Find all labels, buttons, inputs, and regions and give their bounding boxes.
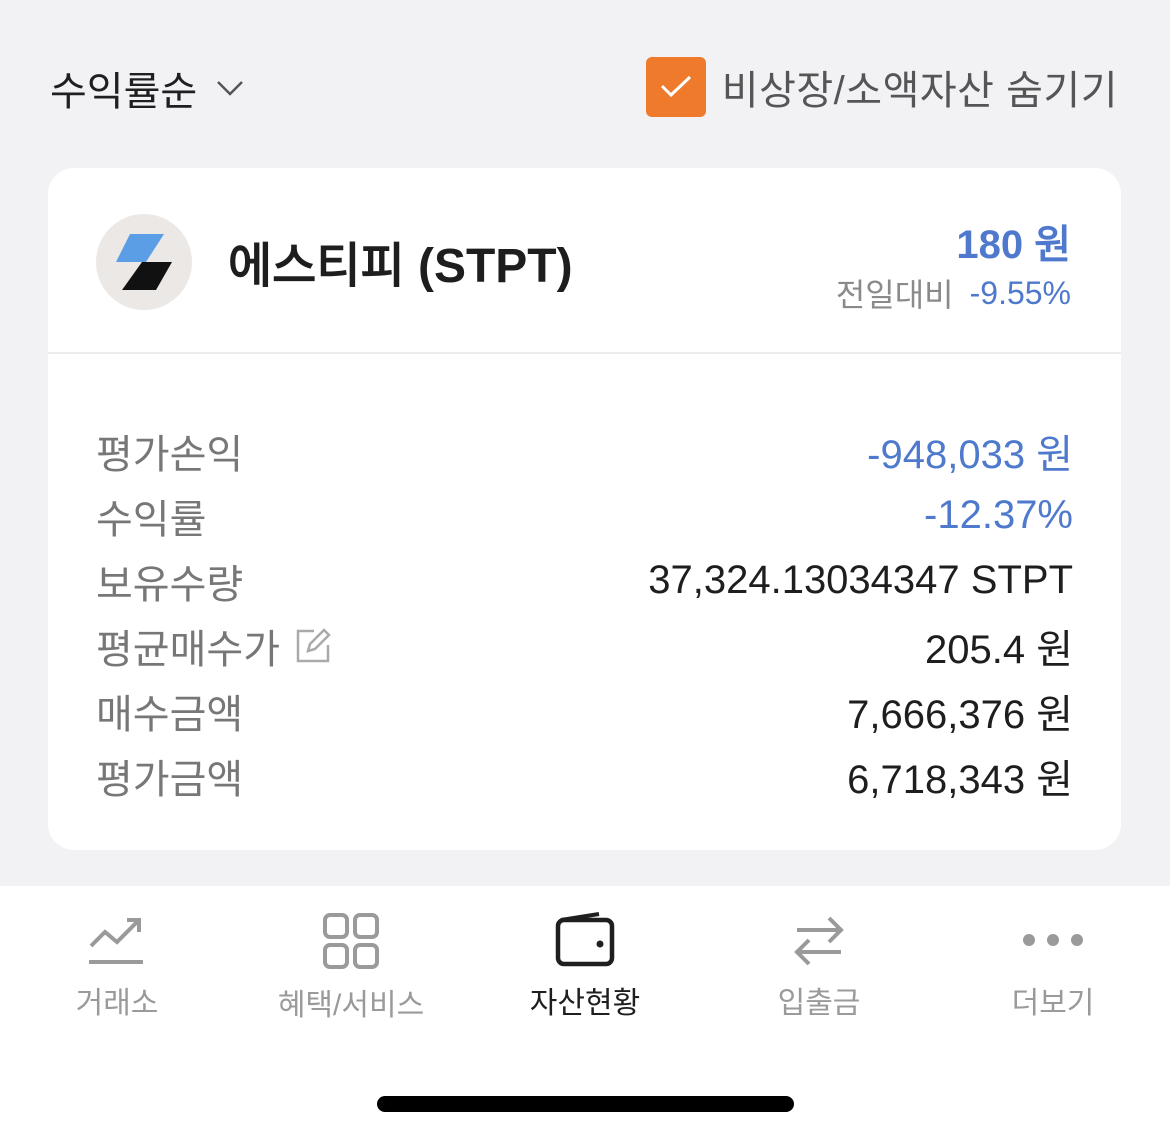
detail-row-return-rate: 수익률 -12.37% <box>96 483 1073 548</box>
tab-assets[interactable]: 자산현황 <box>468 912 702 1022</box>
detail-value: 7,666,376 원 <box>847 692 1073 737</box>
sort-dropdown[interactable]: 수익률순 <box>50 60 245 116</box>
detail-label: 평가금액 <box>96 757 244 802</box>
change-value: -9.55% <box>969 274 1071 311</box>
chart-trend-icon <box>85 912 149 968</box>
detail-row-buy-amount: 매수금액 7,666,376 원 <box>96 678 1073 743</box>
coin-name: 에스티피 (STPT) <box>228 240 573 293</box>
detail-row-avg-buy-price: 평균매수가 205.4 원 <box>96 613 1073 678</box>
check-icon <box>660 75 691 98</box>
sort-label: 수익률순 <box>50 70 198 114</box>
more-dots-icon <box>1021 912 1085 968</box>
detail-label-with-edit: 평균매수가 <box>96 617 332 675</box>
change-label: 전일대비 <box>835 277 954 313</box>
transfer-arrows-icon <box>787 912 851 968</box>
detail-value: -948,033 원 <box>867 432 1073 477</box>
price-change: 전일대비 -9.55% <box>836 270 1071 316</box>
hide-small-assets-toggle[interactable]: 비상장/소액자산 숨기기 <box>645 56 1118 118</box>
tab-label: 자산현황 <box>529 987 641 1020</box>
hide-small-assets-label: 비상장/소액자산 숨기기 <box>721 69 1118 113</box>
detail-value: 6,718,343 원 <box>847 757 1073 802</box>
current-price: 180 원 <box>956 223 1071 267</box>
detail-row-profit-loss: 평가손익 -948,033 원 <box>96 418 1073 483</box>
detail-value: 205.4 원 <box>924 627 1073 672</box>
tab-more[interactable]: 더보기 <box>936 912 1170 1022</box>
tab-label: 거래소 <box>75 987 159 1020</box>
home-indicator <box>377 1096 794 1112</box>
tab-exchange[interactable]: 거래소 <box>0 912 234 1022</box>
chevron-down-icon <box>215 73 245 103</box>
wallet-icon <box>553 912 617 968</box>
grid-icon <box>319 912 383 970</box>
asset-card-header: 에스티피 (STPT) 180 원 전일대비 -9.55% <box>48 168 1121 354</box>
tab-benefits-services[interactable]: 혜택/서비스 <box>234 912 468 1022</box>
detail-value: 37,324.13034347 STPT <box>648 558 1073 602</box>
asset-card[interactable]: 에스티피 (STPT) 180 원 전일대비 -9.55% 평가손익 -948,… <box>48 168 1121 850</box>
detail-row-valuation-amount: 평가금액 6,718,343 원 <box>96 743 1073 808</box>
detail-label: 매수금액 <box>96 692 244 737</box>
tab-label: 혜택/서비스 <box>277 989 425 1022</box>
tab-deposit-withdraw[interactable]: 입출금 <box>702 912 936 1022</box>
top-bar: 수익률순 비상장/소액자산 숨기기 <box>0 0 1170 170</box>
detail-label: 보유수량 <box>96 562 244 607</box>
hide-small-assets-checkbox[interactable] <box>645 57 706 117</box>
edit-icon[interactable] <box>294 627 332 665</box>
detail-row-holding-quantity: 보유수량 37,324.13034347 STPT <box>96 548 1073 613</box>
asset-details: 평가손익 -948,033 원 수익률 -12.37% 보유수량 37,324.… <box>96 418 1073 808</box>
detail-label: 수익률 <box>96 497 207 542</box>
tab-label: 입출금 <box>777 987 861 1020</box>
tab-label: 더보기 <box>1011 987 1095 1020</box>
coin-logo <box>96 214 192 310</box>
detail-label: 평균매수가 <box>96 627 280 672</box>
detail-label: 평가손익 <box>96 432 244 477</box>
detail-value: -12.37% <box>924 493 1073 537</box>
